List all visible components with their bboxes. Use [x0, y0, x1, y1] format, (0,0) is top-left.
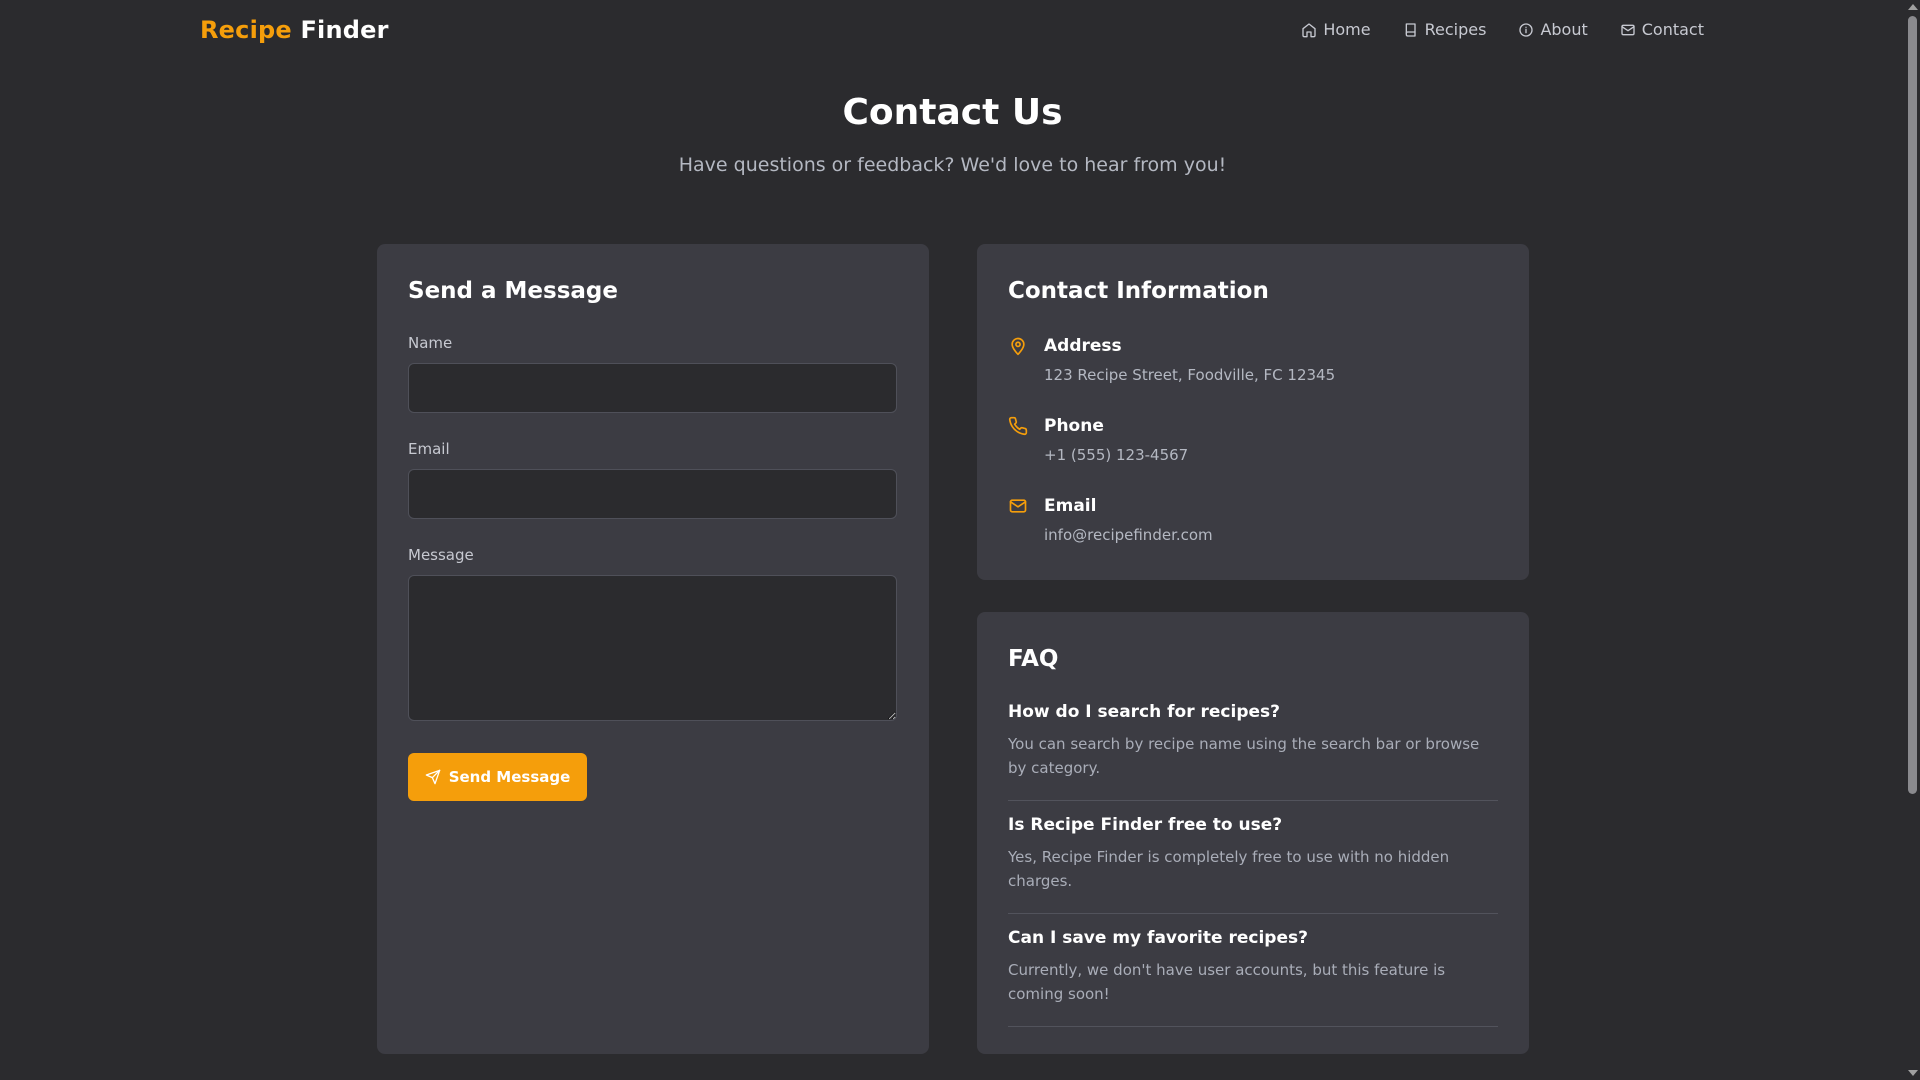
- nav-item-contact[interactable]: Contact: [1620, 20, 1704, 39]
- email-heading: Email: [1044, 496, 1097, 516]
- brand-accent-text: Recipe: [200, 16, 292, 44]
- book-icon: [1405, 22, 1416, 37]
- phone-value[interactable]: +1 (555) 123-4567: [1044, 446, 1188, 464]
- contact-page: Recipe Finder Home Recipes About Contact…: [0, 0, 1920, 1080]
- info-icon: [1519, 22, 1534, 37]
- faq-answer: Yes, Recipe Finder is completely free to…: [1008, 848, 1450, 890]
- form-title: Send a Message: [408, 278, 618, 304]
- nav-item-recipes[interactable]: Recipes: [1403, 20, 1487, 39]
- phone-heading: Phone: [1044, 416, 1104, 436]
- scrollbar-thumb[interactable]: [1908, 16, 1917, 794]
- contact-info-title: Contact Information: [1008, 278, 1269, 304]
- faq-item: How do I search for recipes? You can sea…: [1008, 702, 1498, 801]
- brand-logo[interactable]: Recipe Finder: [200, 16, 389, 44]
- nav-item-about[interactable]: About: [1518, 20, 1588, 39]
- faq-answer: Currently, we don't have user accounts, …: [1008, 961, 1446, 1003]
- message-form-card: Send a Message Name Email Message Send M…: [377, 244, 929, 1054]
- send-button-label: Send Message: [448, 768, 571, 786]
- site-header: Recipe Finder Home Recipes About Contact: [0, 0, 1900, 64]
- map-pin-icon: [1008, 336, 1028, 356]
- page-subtitle: Have questions or feedback? We'd love to…: [678, 154, 1227, 176]
- nav-item-label: About: [1540, 20, 1588, 39]
- email-field[interactable]: [408, 469, 897, 519]
- home-icon: [1302, 22, 1317, 37]
- mail-icon: [1621, 24, 1635, 35]
- faq-card: FAQ How do I search for recipes? You can…: [977, 612, 1529, 1054]
- contact-info-card: Contact Information Address 123 Recipe S…: [977, 244, 1529, 580]
- page-title: Contact Us: [842, 92, 1063, 133]
- contact-address: Address 123 Recipe Street, Foodville, FC…: [1008, 336, 1498, 386]
- faq-question: Is Recipe Finder free to use?: [1008, 815, 1283, 835]
- nav-item-home[interactable]: Home: [1301, 20, 1371, 39]
- faq-title: FAQ: [1008, 646, 1059, 672]
- main-nav: Home Recipes About Contact: [1301, 20, 1704, 39]
- send-icon: [425, 769, 441, 785]
- mail-icon: [1008, 496, 1028, 516]
- nav-item-label: Recipes: [1424, 20, 1487, 39]
- nav-item-label: Contact: [1641, 20, 1704, 39]
- scroll-up-arrow-icon[interactable]: [1908, 4, 1918, 10]
- message-field[interactable]: [408, 575, 897, 721]
- name-field[interactable]: [408, 363, 897, 413]
- page-scrollbar[interactable]: [1905, 0, 1920, 1080]
- send-message-button[interactable]: Send Message: [408, 753, 587, 801]
- scroll-down-arrow-icon[interactable]: [1908, 1070, 1918, 1076]
- address-heading: Address: [1044, 336, 1122, 356]
- contact-phone: Phone +1 (555) 123-4567: [1008, 416, 1498, 466]
- brand-main-text: Finder: [300, 16, 389, 44]
- email-label: Email: [408, 440, 450, 458]
- message-label: Message: [408, 546, 474, 564]
- faq-question: Can I save my favorite recipes?: [1008, 928, 1308, 948]
- contact-email: Email info@recipefinder.com: [1008, 496, 1498, 546]
- faq-item: Is Recipe Finder free to use? Yes, Recip…: [1008, 815, 1498, 914]
- faq-answer: You can search by recipe name using the …: [1008, 735, 1480, 777]
- address-value: 123 Recipe Street, Foodville, FC 12345: [1044, 366, 1336, 384]
- faq-item: Can I save my favorite recipes? Currentl…: [1008, 928, 1498, 1027]
- nav-item-label: Home: [1323, 20, 1371, 39]
- phone-icon: [1008, 416, 1028, 436]
- name-label: Name: [408, 334, 453, 352]
- faq-question: How do I search for recipes?: [1008, 702, 1281, 722]
- email-value[interactable]: info@recipefinder.com: [1044, 526, 1213, 544]
